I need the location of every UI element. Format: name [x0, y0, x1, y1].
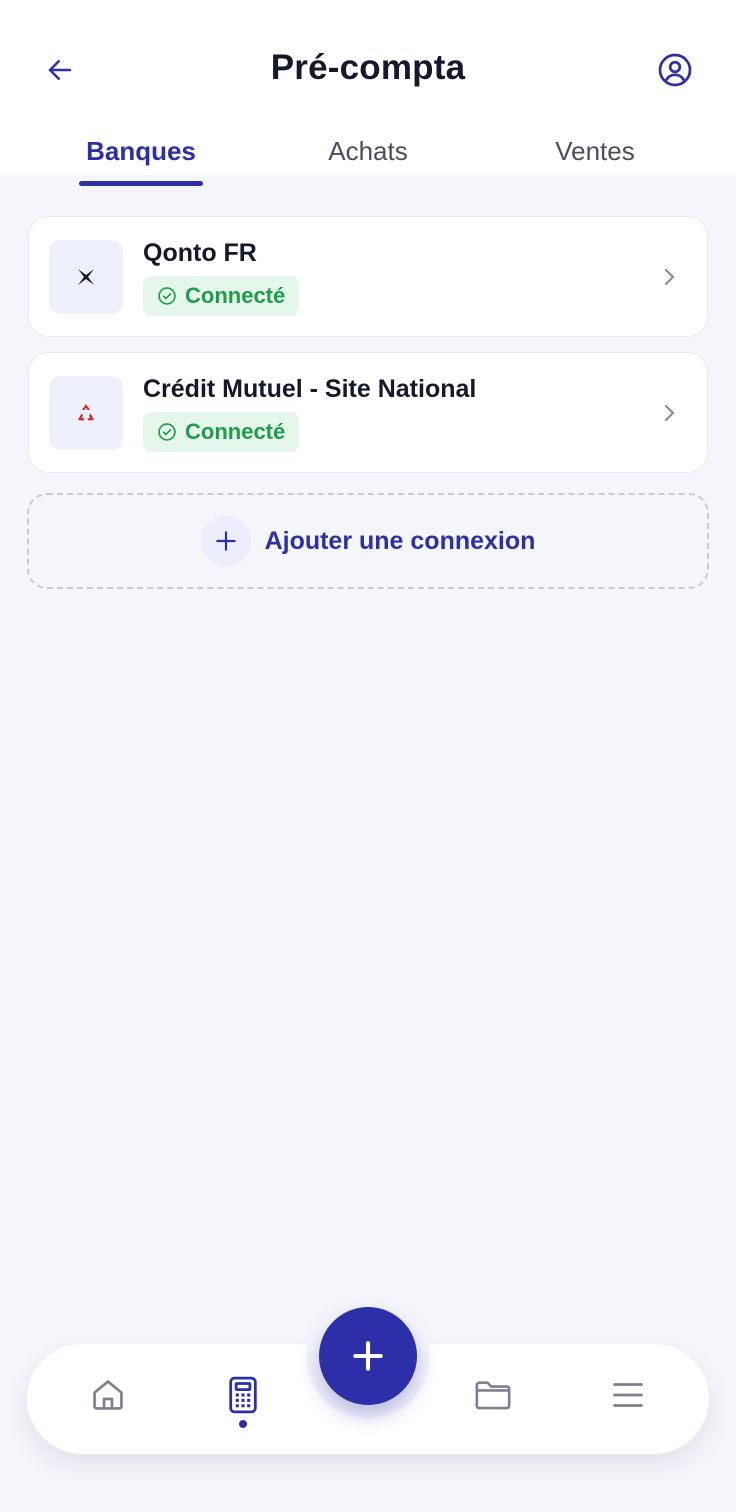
profile-button[interactable]	[653, 48, 697, 92]
menu-icon	[613, 1383, 643, 1407]
header: Pré-compta Banques Achats Ventes	[0, 0, 736, 186]
chevron-right-icon	[657, 401, 681, 425]
nav-precompta[interactable]	[218, 1370, 268, 1420]
add-fab-button[interactable]	[319, 1307, 417, 1405]
plus-icon	[200, 516, 251, 566]
check-circle-icon	[158, 287, 176, 305]
nav-documents[interactable]	[468, 1370, 518, 1420]
bank-logo	[49, 240, 123, 314]
page-title: Pré-compta	[270, 48, 466, 87]
app-screen: Pré-compta Banques Achats Ventes Qonto F…	[0, 0, 736, 1512]
chevron-right-icon	[657, 265, 681, 289]
plus-icon	[353, 1341, 383, 1371]
bank-name: Crédit Mutuel - Site National	[143, 375, 477, 403]
calculator-icon	[229, 1376, 257, 1414]
nav-home[interactable]	[83, 1370, 133, 1420]
status-label: Connecté	[185, 419, 286, 444]
tab-banques[interactable]: Banques	[79, 136, 203, 180]
status-badge: Connecté	[143, 412, 300, 452]
qonto-logo-icon	[78, 269, 94, 285]
active-nav-indicator	[239, 1420, 247, 1428]
status-label: Connecté	[185, 283, 286, 308]
tab-ventes[interactable]: Ventes	[533, 136, 657, 180]
add-connection-label: Ajouter une connexion	[264, 526, 536, 555]
user-circle-icon	[658, 53, 692, 87]
active-tab-indicator	[79, 181, 203, 186]
status-badge: Connecté	[143, 276, 300, 316]
check-circle-icon	[158, 423, 176, 441]
bank-card-credit-mutuel[interactable]: Crédit Mutuel - Site National Connecté	[28, 352, 708, 473]
folder-icon	[475, 1381, 511, 1410]
nav-menu[interactable]	[603, 1370, 653, 1420]
home-icon	[93, 1380, 123, 1410]
tab-achats[interactable]: Achats	[306, 136, 430, 180]
bank-card-qonto[interactable]: Qonto FR Connecté	[28, 216, 708, 337]
bank-name: Qonto FR	[143, 239, 257, 267]
add-connection-button[interactable]: Ajouter une connexion	[27, 493, 709, 589]
tab-bar: Banques Achats Ventes	[0, 122, 736, 188]
credit-mutuel-logo-icon	[78, 404, 94, 421]
bank-logo	[49, 376, 123, 450]
